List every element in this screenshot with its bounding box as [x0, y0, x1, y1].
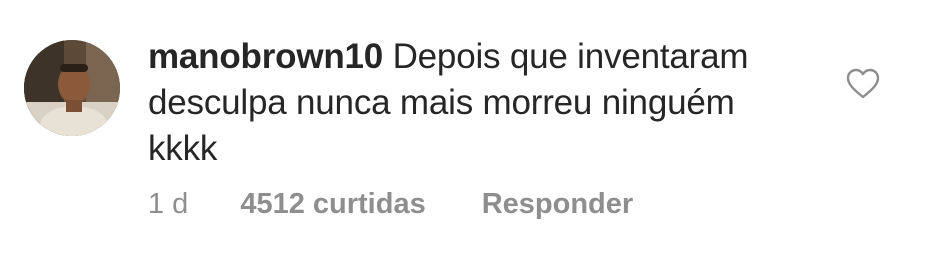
- comment-body: manobrown10 Depois que inventaram descul…: [148, 34, 808, 172]
- reply-button[interactable]: Responder: [482, 188, 633, 221]
- comment-likes-count[interactable]: 4512 curtidas: [240, 188, 425, 221]
- comment-item: manobrown10 Depois que inventaram descul…: [0, 0, 930, 264]
- comment-username[interactable]: manobrown10: [148, 37, 383, 76]
- avatar[interactable]: [24, 40, 120, 136]
- avatar-photo: [24, 40, 120, 136]
- heart-icon[interactable]: [846, 68, 880, 100]
- comment-time: 1 d: [148, 187, 189, 220]
- comment-meta: 1 d 4512 curtidas Responder: [148, 184, 633, 224]
